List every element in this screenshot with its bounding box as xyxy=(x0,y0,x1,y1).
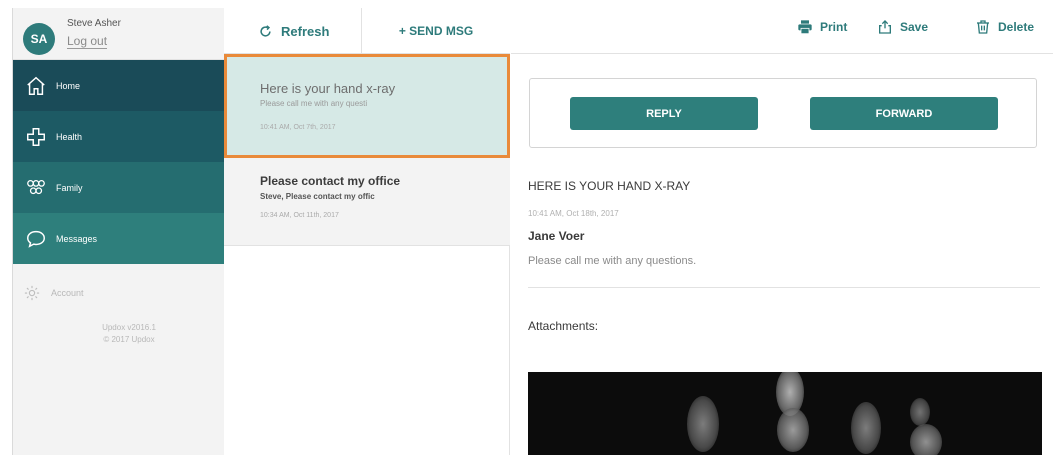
print-button[interactable]: Print xyxy=(797,16,847,38)
delete-label: Delete xyxy=(998,20,1035,34)
chat-bubble-icon xyxy=(27,230,45,248)
message-list: Here is your hand x-ray Please call me w… xyxy=(224,54,510,246)
sidebar-item-messages[interactable]: Messages xyxy=(13,213,225,264)
refresh-button[interactable]: Refresh xyxy=(224,8,362,54)
send-message-button[interactable]: + SEND MSG xyxy=(362,8,510,54)
message-actions: REPLY FORWARD xyxy=(529,78,1037,148)
home-icon xyxy=(27,76,45,95)
sidebar-item-label: Family xyxy=(56,182,83,193)
message-preview: Steve, Please contact my offic xyxy=(260,192,375,201)
sidebar-item-label: Messages xyxy=(56,233,98,244)
list-toolbar: Refresh + SEND MSG xyxy=(224,8,510,54)
forward-button[interactable]: FORWARD xyxy=(810,97,998,130)
health-cross-icon xyxy=(27,127,45,146)
message-detail-timestamp: 10:41 AM, Oct 18th, 2017 xyxy=(528,209,619,218)
family-icon xyxy=(27,179,45,194)
message-timestamp: 10:34 AM, Oct 11th, 2017 xyxy=(260,212,339,219)
copyright-text: © 2017 Updox xyxy=(103,335,155,344)
user-name: Steve Asher xyxy=(67,18,121,29)
refresh-icon xyxy=(260,24,271,37)
share-upload-icon xyxy=(879,20,891,34)
divider xyxy=(528,287,1040,288)
message-detail-subject: HERE IS YOUR HAND X-RAY xyxy=(528,179,691,193)
save-button[interactable]: Save xyxy=(877,16,928,38)
gear-icon xyxy=(24,285,40,301)
message-timestamp: 10:41 AM, Oct 7th, 2017 xyxy=(260,124,336,131)
attachments-label: Attachments: xyxy=(528,319,599,333)
message-list-item[interactable]: Here is your hand x-ray Please call me w… xyxy=(224,54,510,158)
sidebar-item-account[interactable]: Account xyxy=(23,284,84,302)
sidebar-item-label: Account xyxy=(51,288,84,298)
delete-button[interactable]: Delete xyxy=(975,16,1034,38)
message-detail-panel: Print Save Delete REPLY FORWARD HERE IS … xyxy=(511,8,1053,455)
message-preview: Please call me with any questi xyxy=(260,99,368,108)
version-info: Updox v2016.1 © 2017 Updox xyxy=(13,322,225,346)
message-list-panel: Refresh + SEND MSG Here is your hand x-r… xyxy=(224,8,510,455)
sidebar-item-home[interactable]: Home xyxy=(13,60,225,111)
message-subject: Please contact my office xyxy=(260,174,401,188)
reply-button[interactable]: REPLY xyxy=(570,97,758,130)
detail-toolbar: Print Save Delete xyxy=(511,8,1053,54)
save-label: Save xyxy=(900,20,929,34)
version-text: Updox v2016.1 xyxy=(102,323,156,332)
avatar[interactable]: SA xyxy=(23,23,55,55)
message-subject: Here is your hand x-ray xyxy=(260,81,396,96)
message-body: Please call me with any questions. xyxy=(528,255,697,267)
sidebar: SA Steve Asher Log out Home Health Famil… xyxy=(12,8,237,455)
xray-attachment-image[interactable] xyxy=(528,372,1042,455)
sidebar-item-label: Home xyxy=(56,80,81,91)
refresh-label: Refresh xyxy=(281,23,330,39)
sidebar-item-family[interactable]: Family xyxy=(13,162,225,213)
printer-icon xyxy=(798,20,812,35)
sidebar-item-label: Health xyxy=(56,131,83,142)
message-list-item[interactable]: Please contact my office Steve, Please c… xyxy=(224,158,510,246)
sidebar-item-health[interactable]: Health xyxy=(13,111,225,162)
message-sender: Jane Voer xyxy=(528,229,585,243)
logout-link[interactable]: Log out xyxy=(67,34,108,49)
xray-image xyxy=(528,372,1042,455)
trash-icon xyxy=(977,20,989,34)
user-area: SA Steve Asher Log out xyxy=(13,8,225,60)
print-label: Print xyxy=(820,20,848,34)
